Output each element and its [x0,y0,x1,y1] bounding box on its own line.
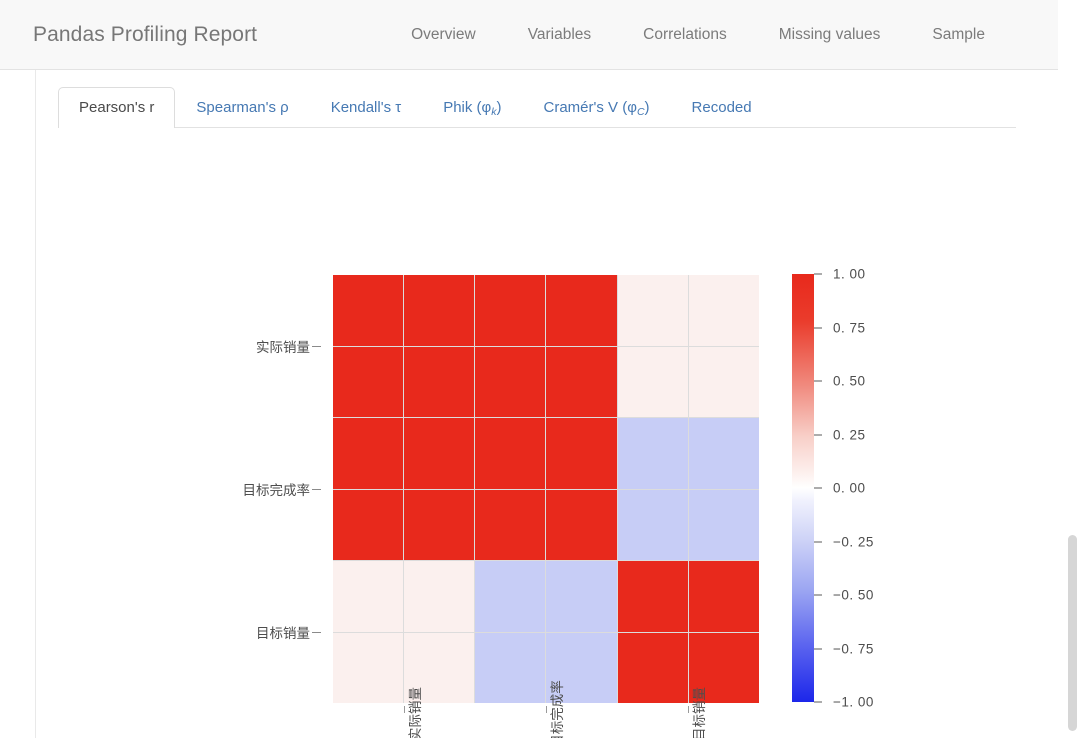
colorbar-tick-label: −1. 00 [833,694,874,710]
tab-spearman[interactable]: Spearman's ρ [175,87,309,128]
heatmap-cell [404,346,475,417]
colorbar-tick-label: 1. 00 [833,266,866,282]
tab-phik[interactable]: Phik (φk) [422,87,522,128]
heatmap-x-tick [546,706,547,713]
heatmap-y-tick-label: 实际销量 [256,340,310,356]
heatmap-cell [404,489,475,560]
heatmap-x-tick-label: 实际销量 [408,687,423,738]
tab-spearman-label: Spearman's ρ [196,99,289,116]
heatmap-y-tick [312,489,321,490]
report-page: Pandas Profiling Report Overview Variabl… [0,0,1080,738]
heatmap-cell [546,275,617,346]
heatmap-cell [333,489,404,560]
colorbar-tick-label: 0. 25 [833,427,866,442]
heatmap-cell [404,418,475,489]
colorbar-tick-label: −0. 50 [833,587,874,603]
page-scrollbar[interactable] [1064,0,1080,738]
heatmap-cell [546,418,617,489]
heatmap-y-tick [312,631,321,633]
colorbar-tick-label: 0. 00 [833,480,866,496]
heatmap-cell [404,561,475,632]
heatmap-x-tick-label: 目标销量 [692,687,707,738]
page-title: Pandas Profiling Report [33,22,258,46]
heatmap-cell [688,346,759,417]
heatmap-cell [333,418,404,489]
page-scrollbar-thumb[interactable] [1068,535,1077,731]
heatmap-cell [475,418,546,489]
tab-cramers-v-close: ) [644,99,650,116]
heatmap-cell [688,561,759,632]
colorbar-tick [814,648,822,649]
heatmap-cell [404,275,475,346]
nav-link-sample[interactable]: Sample [930,22,987,48]
heatmap-cell [617,632,688,703]
heatmap-x-tick [688,706,689,713]
heatmap-cell [617,346,688,417]
tab-phik-label: Phik (φ [443,99,492,116]
heatmap-cell [475,561,546,632]
heatmap-cell [688,418,759,489]
heatmap-cell [617,418,688,489]
tab-pearson[interactable]: Pearson's r [58,87,176,128]
heatmap-cell [333,632,404,703]
heatmap-plot-area [333,275,759,703]
colorbar-tick-label: −0. 25 [833,534,874,549]
heatmap-y-tick [312,346,321,348]
heatmap-cell [688,275,759,346]
tab-kendall[interactable]: Kendall's τ [310,87,423,128]
tab-recoded[interactable]: Recoded [671,87,773,128]
colorbar-tick [814,594,822,596]
heatmap-cell [333,561,404,632]
colorbar-tick [814,541,822,542]
heatmap-cell [546,489,617,560]
colorbar-tick [814,273,822,275]
heatmap-cell [617,489,688,560]
nav-links: Overview Variables Correlations Missing … [409,22,987,48]
heatmap-y-axis: 实际销量目标完成率目标销量 [196,275,326,703]
heatmap-cell [617,275,688,346]
tab-cramers-v-subscript: C [636,106,645,118]
nav-link-variables[interactable]: Variables [526,22,593,48]
heatmap-cell [475,489,546,560]
heatmap-y-tick-label: 目标完成率 [242,483,311,498]
colorbar-tick-label: −0. 75 [833,641,874,656]
heatmap-cell [546,346,617,417]
nav-link-correlations[interactable]: Correlations [641,22,729,48]
colorbar-tick [814,434,822,435]
correlations-panel: Pearson's r Spearman's ρ Kendall's τ Phi… [35,70,1058,738]
heatmap-cell [546,561,617,632]
heatmap-y-tick-label: 目标销量 [256,625,310,641]
tab-kendall-label: Kendall's τ [330,99,402,116]
nav-link-overview[interactable]: Overview [409,22,478,48]
heatmap-x-tick-label: 目标完成率 [550,680,565,738]
heatmap-cell [475,346,546,417]
heatmap-x-tick [404,706,405,713]
nav-link-missing-values[interactable]: Missing values [777,22,883,48]
heatmap-colorbar: 1. 00 0. 75 0. 50 0. 25 0. 00 −0. 25 −0. 50 −0.… [792,267,942,710]
heatmap-cell [688,489,759,560]
colorbar-tick [814,380,822,382]
heatmap-cell [333,275,404,346]
heatmap-x-axis: 实际销量 目标完成率 目标销量 [333,680,759,738]
tab-phik-subscript: k [491,106,497,118]
correlation-tabs: Pearson's r Spearman's ρ Kendall's τ Phi… [58,81,1016,128]
colorbar-tick-label: 0. 50 [833,373,866,389]
heatmap-cell [475,632,546,703]
heatmap-cell [333,346,404,417]
colorbar-tick-label: 0. 75 [833,320,866,335]
colorbar-gradient [792,274,814,702]
colorbar-tick [814,701,822,703]
heatmap-cell [617,561,688,632]
tab-cramers-v-label: Cramér's V (φ [543,99,637,116]
correlation-heatmap-figure: 实际销量 目标完成率 目标销量 实际销量 目标完成率 目标销量 1. 00 0. 75 0.… [36,128,1059,738]
tab-cramers-v[interactable]: Cramér's V (φC) [523,87,671,128]
tab-phik-close: ) [496,99,502,116]
colorbar-tick [814,487,822,489]
tab-pearson-label: Pearson's r [79,99,155,116]
tab-recoded-label: Recoded [691,99,752,116]
top-navbar: Pandas Profiling Report Overview Variabl… [0,0,1058,70]
colorbar-tick [814,327,822,328]
heatmap-cell [475,275,546,346]
